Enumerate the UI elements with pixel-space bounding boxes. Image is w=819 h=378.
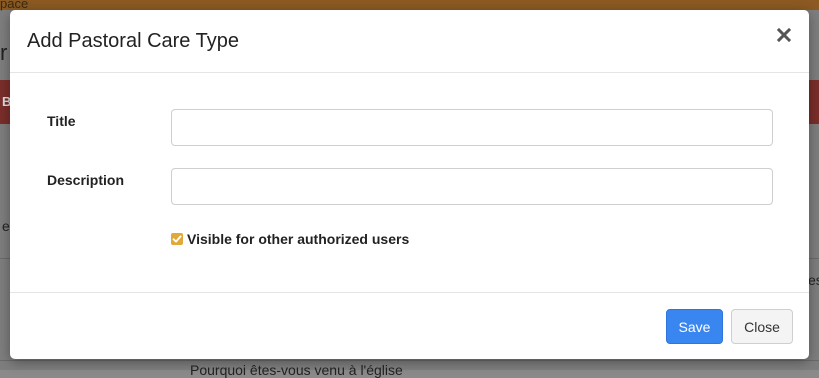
save-button[interactable]: Save — [666, 309, 723, 344]
description-input[interactable] — [171, 168, 773, 205]
background-side-text-left: e — [2, 218, 10, 234]
close-button[interactable]: Close — [731, 309, 793, 344]
add-pastoral-care-type-modal: Add Pastoral Care Type Title Description… — [10, 10, 809, 359]
background-side-text-right: es — [808, 272, 819, 288]
description-label: Description — [47, 172, 125, 188]
close-icon[interactable] — [777, 28, 791, 42]
title-label: Title — [47, 113, 76, 129]
title-input[interactable] — [171, 109, 773, 146]
modal-title: Add Pastoral Care Type — [27, 30, 239, 52]
visible-checkbox[interactable] — [171, 233, 183, 245]
checkmark-icon — [172, 235, 182, 243]
modal-footer: Save Close — [10, 292, 809, 359]
background-bottom-text: Pourquoi êtes-vous venu à l'église — [190, 362, 403, 378]
visible-checkbox-label: Visible for other authorized users — [187, 231, 410, 247]
background-heading: r — [0, 40, 8, 65]
background-topbar — [0, 0, 819, 10]
modal-header: Add Pastoral Care Type — [10, 10, 809, 73]
background-divider — [0, 360, 819, 361]
